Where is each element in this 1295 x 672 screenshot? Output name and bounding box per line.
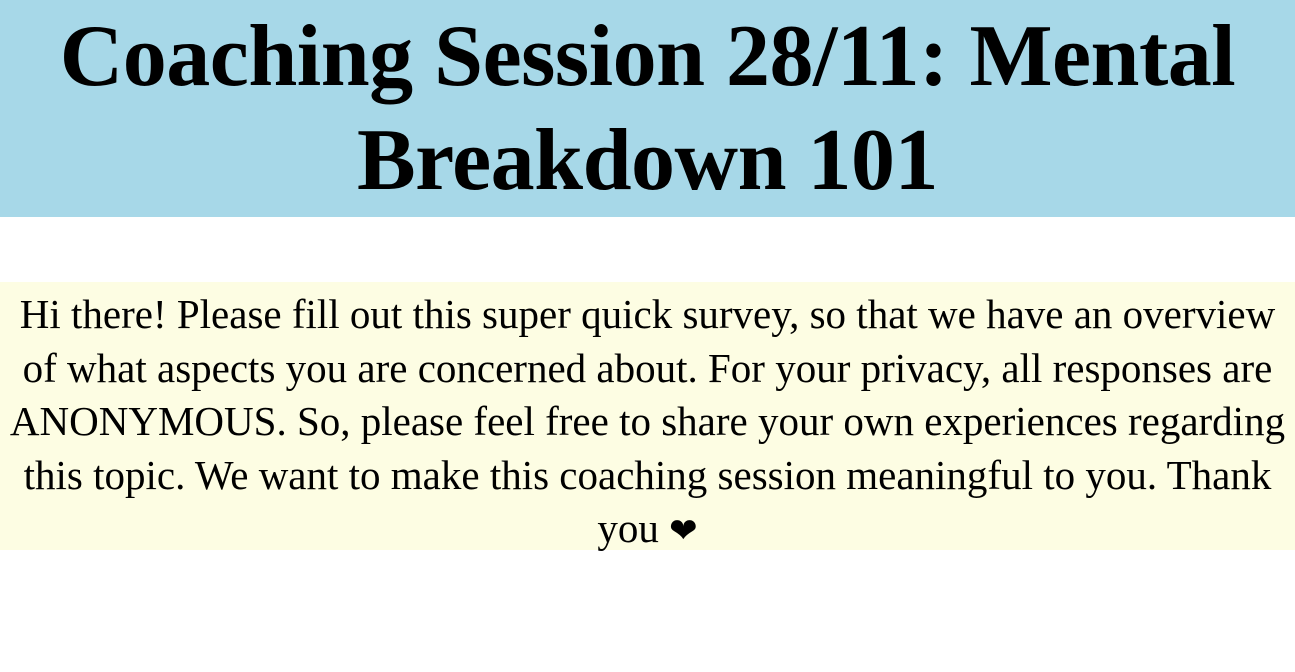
intro-text: Hi there! Please fill out this super qui… [4,288,1291,559]
page-title-line-2: Breakdown 101 [356,111,939,209]
intro-panel: Hi there! Please fill out this super qui… [0,282,1295,551]
page-title: Coaching Session 28/11: Mental Breakdown … [60,5,1236,213]
heart-icon: ❤ [669,511,698,551]
intro-message: Hi there! Please fill out this super qui… [9,291,1286,551]
header-banner: Coaching Session 28/11: Mental Breakdown … [0,0,1295,217]
page-title-line-1: Coaching Session 28/11: Mental [59,7,1236,105]
